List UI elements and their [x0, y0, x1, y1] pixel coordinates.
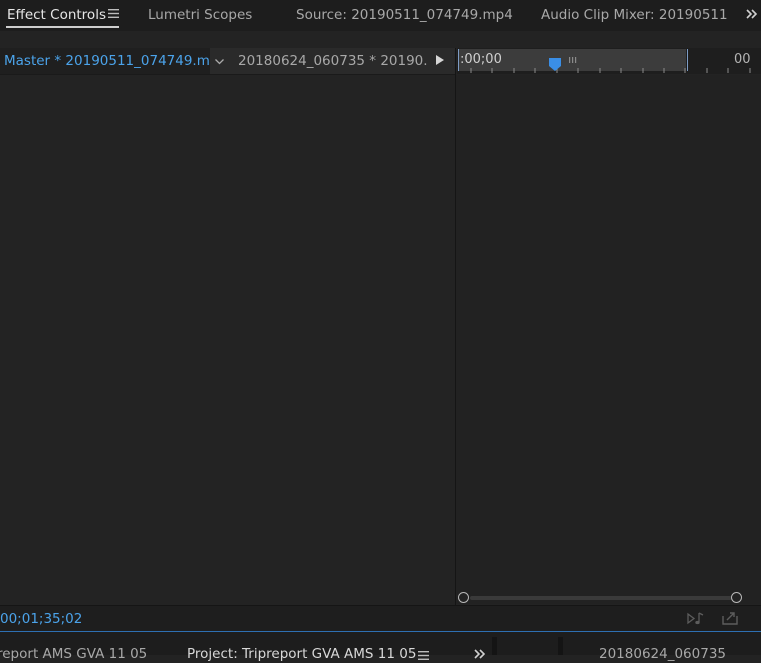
tab-clip-sequence[interactable]: 20180624_060735 [599, 645, 726, 663]
tab-source-monitor[interactable]: Source: 20190511_074749.mp4 [296, 6, 513, 24]
tab-separator [558, 637, 563, 655]
chevron-down-icon[interactable] [214, 56, 225, 67]
hamburger-menu-icon[interactable] [418, 650, 429, 661]
tab-lumetri-scopes[interactable]: Lumetri Scopes [148, 6, 252, 24]
current-timecode[interactable]: 00;01;35;02 [0, 611, 82, 628]
effect-controls-footer [0, 605, 761, 632]
active-tab-indicator [6, 26, 119, 28]
master-clip-label[interactable]: Master * 20190511_074749.m... [4, 52, 210, 70]
effect-properties-panel [0, 75, 455, 604]
export-frame-icon[interactable] [720, 610, 740, 627]
double-chevron-right-icon[interactable] [744, 6, 760, 22]
play-triangle-icon[interactable] [436, 55, 444, 65]
marker-icon [569, 57, 577, 63]
ruler-ticks [470, 68, 751, 73]
tab-effect-controls[interactable]: Effect Controls [7, 6, 106, 24]
effect-timeline-panel [456, 75, 761, 604]
play-audio-icon[interactable] [686, 610, 706, 627]
tab-audio-clip-mixer[interactable]: Audio Clip Mixer: 20190511 [541, 6, 728, 24]
double-chevron-right-icon[interactable] [473, 647, 487, 661]
clip-header-row: Master * 20190511_074749.m... 20180624_0… [0, 48, 455, 75]
playhead[interactable] [548, 57, 562, 72]
hamburger-menu-icon[interactable] [108, 8, 119, 19]
zoom-handle-right[interactable] [731, 592, 742, 603]
tab-report-ams[interactable]: report AMS GVA 11 05 [0, 645, 147, 663]
zoom-handle-left[interactable] [458, 592, 469, 603]
zoom-scrollbar[interactable] [470, 596, 732, 600]
tab-project[interactable]: Project: Tripreport GVA AMS 11 05 [187, 645, 416, 663]
sequence-clip-label[interactable]: 20180624_060735 * 20190... [238, 52, 428, 70]
tab-separator [492, 637, 497, 655]
